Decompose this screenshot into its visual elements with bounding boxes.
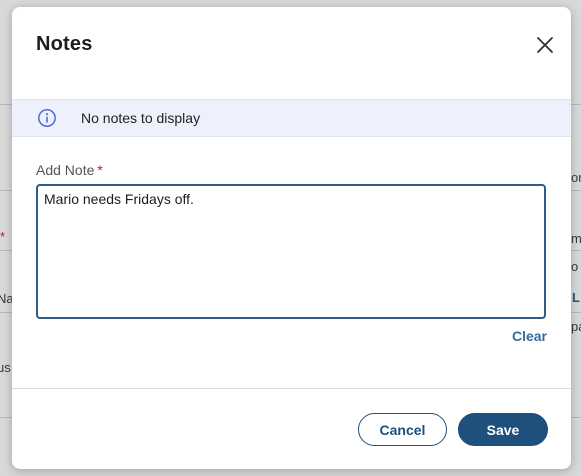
dialog-header: Notes [12,7,571,99]
bg-text-fragment: o [571,259,579,274]
info-icon [38,109,56,127]
bg-divider [0,190,12,191]
save-button[interactable]: Save [458,413,548,446]
bg-divider [0,250,12,251]
info-banner: No notes to display [12,99,571,137]
bg-divider [0,417,12,418]
bg-text-fragment: us [0,360,11,375]
bg-divider [571,250,581,251]
bg-link-fragment: L [572,290,580,305]
bg-divider [0,104,12,105]
footer-divider [12,388,571,389]
close-icon [537,37,553,53]
bg-text-fragment: or [571,170,581,185]
clear-link[interactable]: Clear [512,328,547,344]
cancel-button[interactable]: Cancel [358,413,447,446]
bg-divider [571,190,581,191]
bg-text-fragment: m [571,231,581,246]
add-note-textarea[interactable]: Mario needs Fridays off. [36,184,546,319]
notes-dialog: Notes No notes to display Add Note * Mari… [12,7,571,469]
dialog-title: Notes [36,33,93,55]
bg-divider [0,312,12,313]
add-note-label-text: Add Note [36,162,95,178]
bg-divider [571,104,581,105]
bg-divider [571,312,581,313]
bg-text-fragment: pa [571,319,581,334]
add-note-label: Add Note * [36,162,103,178]
required-marker: * [97,162,103,178]
bg-required-marker: * [0,229,6,244]
bg-divider [571,417,581,418]
info-banner-text: No notes to display [81,110,201,126]
close-button[interactable] [533,33,557,57]
